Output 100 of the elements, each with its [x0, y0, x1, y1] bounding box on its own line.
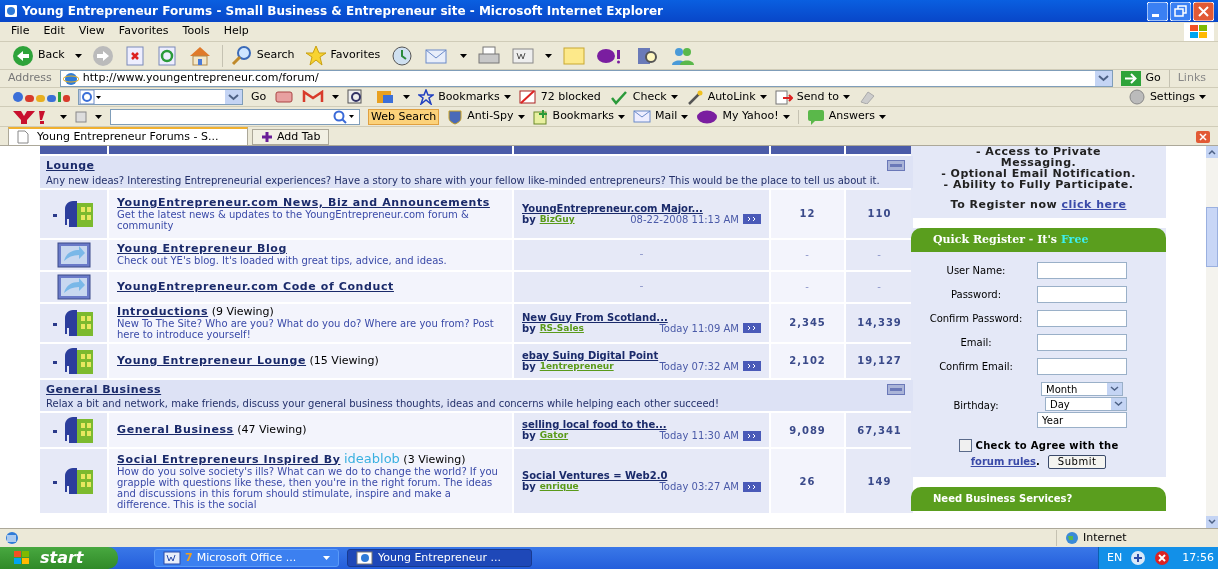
- last-post-title[interactable]: YoungEntrepreneur.com Major...: [522, 202, 761, 214]
- by-label: by: [522, 360, 536, 372]
- menu-item[interactable]: Tools: [175, 23, 217, 40]
- header-cell: [846, 146, 913, 154]
- threads-count: 9,089: [789, 423, 826, 438]
- menu-item[interactable]: Help: [216, 23, 256, 40]
- dropdown[interactable]: Day: [1045, 397, 1127, 411]
- go-to-post-icon[interactable]: [743, 481, 761, 492]
- last-post-title[interactable]: New Guy From Scotland...: [522, 311, 761, 323]
- post-time: Today 11:09 AM: [658, 322, 739, 334]
- text-field[interactable]: [1037, 262, 1127, 279]
- search-button[interactable]: Search: [221, 44, 295, 67]
- field-label: Confirm Email:: [938, 361, 1014, 372]
- agree-text: Check to Agree with the: [975, 439, 1119, 453]
- bookmarks-button[interactable]: Bookmarks: [532, 108, 626, 125]
- caret-icon: [517, 114, 525, 119]
- mail-button[interactable]: Mail: [633, 108, 689, 125]
- go-button[interactable]: Go: [1117, 70, 1165, 87]
- forum-title: YoungEntrepreneur.com Code of Conduct: [117, 280, 395, 293]
- last-post-title[interactable]: ebay Suing Digital Point: [522, 349, 761, 361]
- g-icon: [79, 90, 101, 104]
- popup-blocker-button[interactable]: 72 blocked: [518, 88, 601, 106]
- last-post-text: -: [639, 246, 644, 263]
- start-button[interactable]: start: [0, 547, 118, 569]
- address-field[interactable]: http://www.youngentrepreneur.com/forum/: [59, 70, 1114, 87]
- header-cell: [40, 146, 107, 154]
- register-prompt: To Register now click here: [950, 199, 1127, 210]
- field-label: Password:: [949, 289, 1003, 300]
- yahoo-search-field[interactable]: [110, 108, 360, 125]
- threads-count: 2,345: [789, 316, 826, 330]
- answers-button[interactable]: Answers: [806, 108, 886, 125]
- settings-button[interactable]: Settings: [1127, 88, 1206, 106]
- posts-count: 149: [867, 474, 892, 489]
- forum-title: Introductions (9 Viewing): [117, 305, 275, 318]
- collapse-icon[interactable]: [887, 383, 905, 395]
- menu-item[interactable]: Favorites: [111, 23, 176, 40]
- google-search-field[interactable]: [78, 89, 243, 105]
- collapse-icon[interactable]: [887, 160, 905, 171]
- menu-item[interactable]: Edit: [36, 23, 72, 40]
- autolink-button[interactable]: AutoLink: [685, 88, 767, 106]
- menu-item[interactable]: File: [4, 23, 37, 40]
- last-post-title[interactable]: selling local food to the...: [522, 419, 761, 430]
- favorites-button[interactable]: Favorites: [304, 44, 381, 67]
- globe-icon: [1065, 531, 1079, 545]
- text-field[interactable]: [1037, 310, 1127, 327]
- posts-count: 14,339: [857, 316, 902, 330]
- text-field[interactable]: [1037, 286, 1127, 303]
- check-icon: [608, 89, 629, 105]
- send-to-button[interactable]: Send to: [774, 88, 850, 106]
- text-field[interactable]: [1037, 358, 1127, 375]
- close-icon: [1193, 1, 1214, 21]
- by-label: by: [522, 430, 536, 441]
- post-time: Today 11:30 AM: [658, 430, 739, 441]
- scroll-thumb[interactable]: [1206, 207, 1218, 267]
- last-post-title[interactable]: Social Ventures = Web2.0: [522, 470, 761, 481]
- go-to-post-icon[interactable]: [743, 323, 761, 333]
- caret-icon: [782, 114, 790, 119]
- speech-bubble-icon: [806, 108, 825, 125]
- forum-description: Check out YE's blog. It's loaded with great tips, advice, and ideas.: [117, 255, 448, 266]
- blogger-icon: [375, 89, 396, 105]
- word-doc-icon: [163, 551, 181, 565]
- threads-count: 12: [799, 207, 816, 221]
- go-button[interactable]: Go: [251, 88, 267, 106]
- shield-icon: [447, 108, 464, 125]
- web-search-button[interactable]: Web Search: [368, 108, 440, 125]
- category-title[interactable]: Lounge: [46, 158, 95, 175]
- submit-button[interactable]: Submit: [1047, 454, 1107, 469]
- go-to-post-icon[interactable]: [743, 214, 761, 224]
- spell-check-button[interactable]: Check: [608, 88, 678, 106]
- caret-icon: [545, 53, 553, 58]
- forum-description: New To The Site? Who are you? What do you do? Where are you from? Post here to introduce yourself!: [117, 317, 495, 340]
- forum-title: Social Entrepreneurs Inspired By ideablob (3 Viewing): [117, 452, 467, 466]
- back-button[interactable]: Back: [12, 44, 65, 67]
- caret-icon: [403, 95, 411, 99]
- post-time: 08-22-2008 11:13 AM: [630, 213, 739, 225]
- services-header: Need Business Services?: [911, 487, 1166, 511]
- agree-checkbox[interactable]: [958, 439, 972, 452]
- taskbar-button[interactable]: Young Entrepreneur ...: [347, 549, 532, 567]
- add-tab-button[interactable]: Add Tab: [252, 129, 330, 145]
- windows-logo-icon: [1184, 22, 1214, 41]
- go-to-post-icon[interactable]: [743, 430, 761, 441]
- browser-tab[interactable]: Young Entrepreneur Forums - S...: [8, 127, 248, 145]
- address-text: http://www.youngentrepreneur.com/forum/: [82, 70, 320, 87]
- forum-description: Get the latest news & updates to the YoungEntrepreneur.com forum & community: [117, 208, 470, 231]
- my-yahoo-button[interactable]: My Yahoo!: [696, 108, 790, 125]
- go-to-post-icon[interactable]: [743, 361, 761, 371]
- text-field[interactable]: [1037, 334, 1127, 351]
- category-title[interactable]: General Business: [46, 381, 162, 398]
- caret-icon: [878, 114, 886, 119]
- caret-icon: [681, 114, 689, 119]
- menu-item[interactable]: View: [71, 23, 112, 40]
- arrow-panel-icon: [56, 272, 91, 301]
- taskbar-button[interactable]: 7 Microsoft Office ...: [154, 549, 339, 567]
- anti-spy-button[interactable]: Anti-Spy: [447, 108, 525, 125]
- caret-icon: [60, 114, 67, 119]
- dropdown[interactable]: Month: [1041, 382, 1123, 396]
- bookmarks-button[interactable]: Bookmarks: [418, 88, 511, 106]
- dropdown-icon: [1107, 383, 1122, 395]
- year-field[interactable]: Year: [1037, 412, 1127, 428]
- forum-title: Young Entrepreneur Blog: [117, 243, 288, 255]
